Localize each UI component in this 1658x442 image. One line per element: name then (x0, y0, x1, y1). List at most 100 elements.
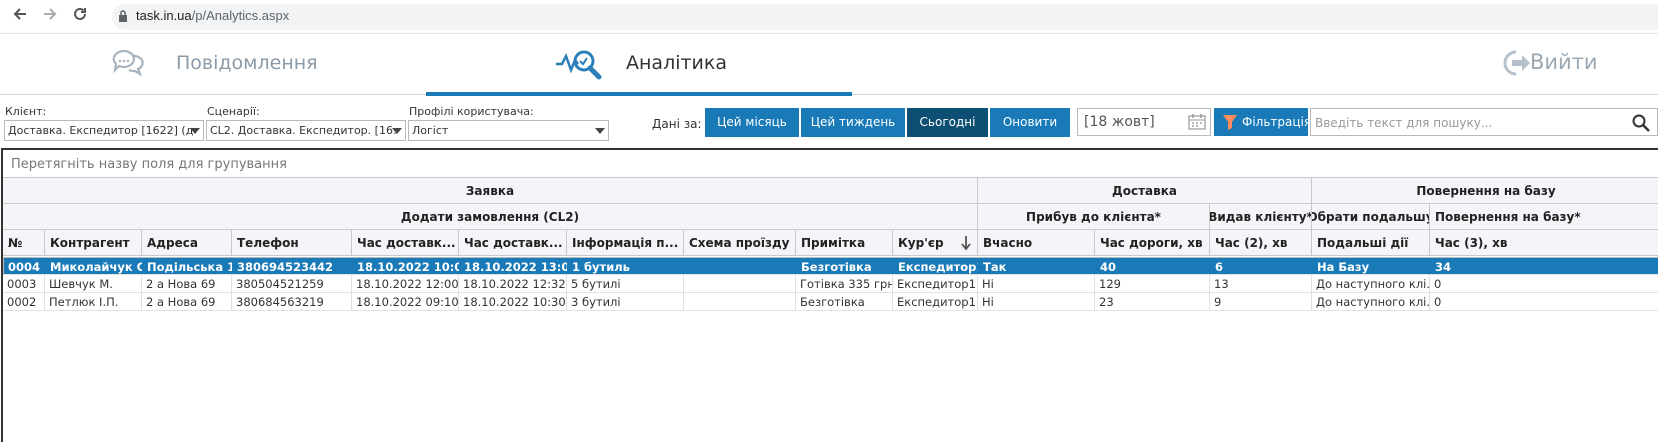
cell-courier: Експедитор1 (894, 258, 979, 274)
tab-analytics-label: Аналітика (626, 52, 728, 74)
cell-note: Готівка 335 грн (796, 275, 893, 293)
group-header-order: Заявка (3, 178, 978, 203)
cell-courier: Експедитор1 (893, 275, 978, 293)
col-on-time[interactable]: Вчасно (978, 230, 1095, 255)
search-icon[interactable] (1631, 113, 1651, 133)
cell-delivery-time-2: 18.10.2022 10:30 (459, 293, 567, 311)
cell-address: 2 а Нова 69 (142, 275, 232, 293)
logout-button[interactable]: Вийти (1458, 34, 1658, 95)
cell-time-2: 6 (1211, 258, 1313, 274)
column-header-row: № Контрагент Адреса Телефон Час доставк.… (3, 229, 1658, 256)
cell-address: Подільська 17 (143, 258, 233, 274)
url-text: task.in.ua/p/Analytics.aspx (136, 8, 290, 23)
col-next-actions[interactable]: Подальші дії (1312, 230, 1430, 255)
funnel-icon (1223, 115, 1237, 130)
cell-next-actions: До наступного клі... (1312, 293, 1430, 311)
cell-delivery-time-2: 18.10.2022 13:00 (460, 258, 568, 274)
cell-number: 0003 (3, 275, 45, 293)
cell-on-time: Так (979, 258, 1096, 274)
cell-route-scheme (685, 258, 797, 274)
col-counterparty[interactable]: Контрагент (45, 230, 142, 255)
chevron-down-icon (595, 128, 605, 134)
table-row[interactable]: 0004Миколайчук С.Подільська 173806945234… (3, 257, 1658, 275)
calendar-icon[interactable] (1188, 114, 1206, 130)
col-address[interactable]: Адреса (142, 230, 232, 255)
table-row[interactable]: 0002 Петлюк І.П. 2 а Нова 69 380684563219 18… (3, 293, 1658, 311)
cell-courier: Експедитор1 (893, 293, 978, 311)
profile-select-value: Логіст (412, 124, 449, 137)
table-row[interactable]: 0003 Шевчук М. 2 а Нова 69 380504521259 18.1… (3, 275, 1658, 293)
cell-next-actions: На Базу (1313, 258, 1431, 274)
forward-arrow-icon[interactable] (38, 5, 62, 29)
sub-header-add-order: Додати замовлення (CL2) (3, 204, 978, 229)
this-month-button[interactable]: Цей місяць (705, 108, 799, 137)
app-header: Повідомлення Аналітика Вийти (0, 34, 1658, 96)
cell-number: 0002 (3, 293, 45, 311)
cell-note: Безготівка (797, 258, 894, 274)
filter-bar: Клієнт: Доставка. Експедитор [1622] (д С… (0, 96, 1658, 148)
cell-travel-time: 40 (1096, 258, 1211, 274)
cell-travel-time: 129 (1095, 275, 1210, 293)
this-week-button[interactable]: Цей тиждень (801, 108, 905, 137)
col-route-scheme[interactable]: Схема проїзду (684, 230, 796, 255)
tab-messages[interactable]: Повідомлення (0, 34, 426, 95)
col-number[interactable]: № (3, 230, 45, 255)
cell-delivery-time-1: 18.10.2022 10:00 (353, 258, 460, 274)
cell-time-3: 0 (1430, 293, 1658, 311)
sub-header-return: Повернення на базу* (1435, 209, 1581, 224)
date-value: [18 жовт] (1084, 114, 1155, 130)
col-courier-label: Кур'єр (898, 235, 944, 250)
scenario-label: Сценарії: (207, 105, 260, 118)
sort-down-arrow-icon[interactable] (961, 235, 971, 251)
logout-label: Вийти (1530, 50, 1598, 74)
col-time-3[interactable]: Час (3), хв (1430, 230, 1658, 255)
col-delivery-time-2[interactable]: Час доставк... (459, 230, 567, 255)
cell-time-2: 9 (1210, 293, 1312, 311)
search-input[interactable]: Введіть текст для пошуку... (1310, 108, 1658, 136)
group-by-hint[interactable]: Перетягніть назву поля для групування (11, 157, 287, 172)
client-label: Клієнт: (5, 105, 47, 118)
scenario-select[interactable]: CL2. Доставка. Експедитор. [16: (206, 120, 406, 141)
col-travel-time[interactable]: Час дороги, хв (1095, 230, 1210, 255)
cell-time-3: 0 (1430, 275, 1658, 293)
cell-route-scheme (684, 275, 796, 293)
col-note[interactable]: Примітка (796, 230, 893, 255)
cell-delivery-time-2: 18.10.2022 12:32 (459, 275, 567, 293)
col-phone[interactable]: Телефон (232, 230, 352, 255)
col-courier[interactable]: Кур'єр (893, 230, 978, 255)
analytics-grid: Перетягніть назву поля для групування За… (1, 148, 1658, 442)
tab-analytics[interactable]: Аналітика (426, 34, 852, 96)
col-delivery-time-1[interactable]: Час доставк... (352, 230, 459, 255)
cell-address: 2 а Нова 69 (142, 293, 232, 311)
date-field[interactable]: [18 жовт] (1077, 108, 1211, 136)
client-select[interactable]: Доставка. Експедитор [1622] (д (4, 120, 204, 141)
cell-travel-time: 23 (1095, 293, 1210, 311)
cell-on-time: Ні (978, 293, 1095, 311)
back-arrow-icon[interactable] (8, 5, 32, 29)
cell-info: 1 бутиль (568, 258, 685, 274)
chevron-down-icon (392, 128, 402, 134)
group-header-return: Повернення на базу (1416, 183, 1556, 198)
scenario-select-value: CL2. Доставка. Експедитор. [16: (210, 124, 397, 137)
refresh-button[interactable]: Оновити (990, 108, 1070, 137)
sub-header-row: Додати замовлення (CL2) Прибув до клієнт… (3, 203, 1658, 229)
cell-counterparty: Шевчук М. (45, 275, 142, 293)
filter-button[interactable]: Фільтрація (1214, 108, 1311, 136)
today-button[interactable]: Сьогодні (907, 108, 988, 137)
lock-icon (119, 10, 127, 22)
profile-select[interactable]: Логіст (408, 120, 609, 141)
cell-number: 0004 (4, 258, 46, 274)
col-info[interactable]: Інформація п... (567, 230, 684, 255)
data-period-label: Дані за: (652, 117, 702, 131)
cell-phone: 380504521259 (232, 275, 352, 293)
cell-delivery-time-1: 18.10.2022 09:10 (352, 293, 459, 311)
cell-on-time: Ні (978, 275, 1095, 293)
sub-header-arrived: Прибув до клієнта* (978, 204, 1210, 229)
cell-delivery-time-1: 18.10.2022 12:00 (352, 275, 459, 293)
cell-phone: 380684563219 (232, 293, 352, 311)
cell-time-2: 13 (1210, 275, 1312, 293)
reload-icon[interactable] (68, 5, 92, 29)
col-time-2[interactable]: Час (2), хв (1210, 230, 1312, 255)
address-bar[interactable]: task.in.ua/p/Analytics.aspx (112, 4, 1658, 30)
browser-toolbar: task.in.ua/p/Analytics.aspx (0, 0, 1658, 34)
